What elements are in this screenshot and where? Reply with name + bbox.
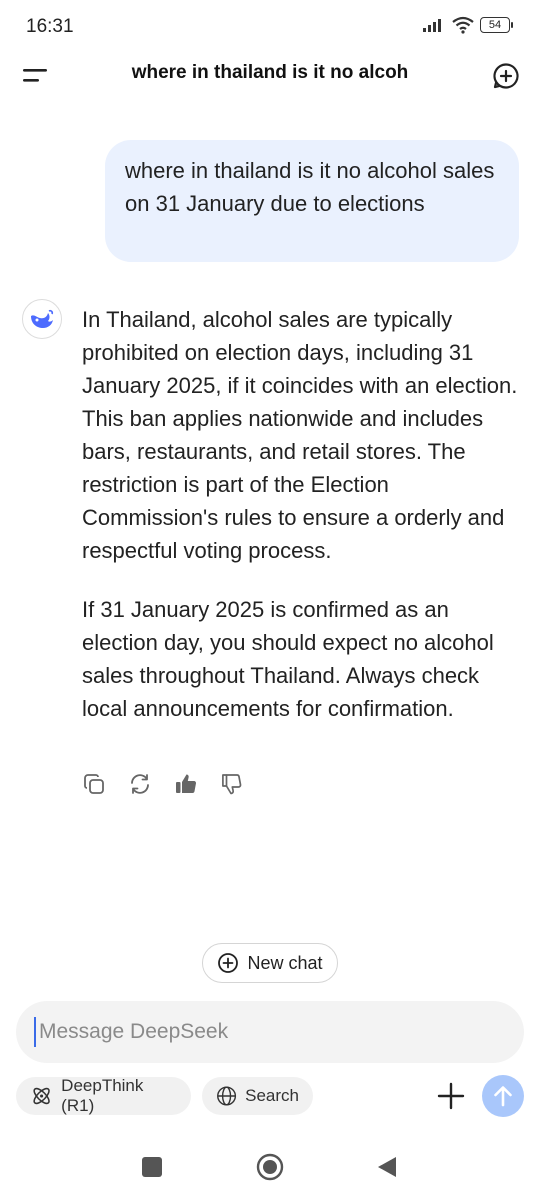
assistant-paragraph: If 31 January 2025 is confirmed as an el…	[82, 597, 494, 721]
attach-plus-icon[interactable]	[436, 1081, 466, 1111]
send-button[interactable]	[482, 1075, 524, 1117]
search-label: Search	[245, 1086, 299, 1105]
regenerate-icon[interactable]	[128, 772, 152, 796]
page-title: where in thailand is it no alcoh	[131, 62, 409, 83]
deepthink-button[interactable]: DeepThink (R1)	[16, 1076, 191, 1115]
user-message-text: where in thailand is it no alcohol sales…	[125, 158, 495, 216]
new-chat-label: New chat	[247, 952, 323, 973]
new-chat-icon[interactable]	[492, 62, 520, 90]
arrow-up-icon	[494, 1086, 512, 1107]
battery-icon: 54	[480, 17, 513, 33]
menu-icon[interactable]	[20, 64, 50, 88]
signal-icon	[423, 19, 441, 32]
user-message-bubble: where in thailand is it no alcohol sales…	[105, 140, 519, 262]
deepthink-label: DeepThink (R1)	[61, 1076, 144, 1115]
new-chat-button[interactable]: New chat	[202, 943, 338, 983]
globe-icon	[217, 1086, 237, 1106]
home-button[interactable]	[256, 1153, 284, 1181]
search-button[interactable]: Search	[202, 1077, 313, 1115]
deepseek-logo-icon	[31, 309, 54, 328]
message-actions	[82, 772, 244, 796]
text-caret	[34, 1017, 36, 1047]
back-button[interactable]	[376, 1155, 398, 1179]
status-icons: 54	[422, 16, 513, 34]
copy-icon[interactable]	[82, 772, 106, 796]
atom-icon	[33, 1087, 50, 1105]
assistant-message: In Thailand, alcohol sales are typically…	[82, 303, 522, 751]
message-input-box[interactable]	[16, 1001, 524, 1063]
status-time: 16:31	[26, 16, 74, 37]
assistant-paragraph: In Thailand, alcohol sales are typically…	[82, 307, 518, 563]
thumbs-down-icon[interactable]	[220, 772, 244, 796]
wifi-icon	[452, 16, 474, 34]
thumbs-up-icon[interactable]	[174, 772, 198, 796]
message-input[interactable]	[37, 1019, 506, 1045]
new-chat-icon	[218, 953, 239, 973]
assistant-avatar	[22, 299, 62, 339]
recent-apps-button[interactable]	[142, 1157, 162, 1177]
